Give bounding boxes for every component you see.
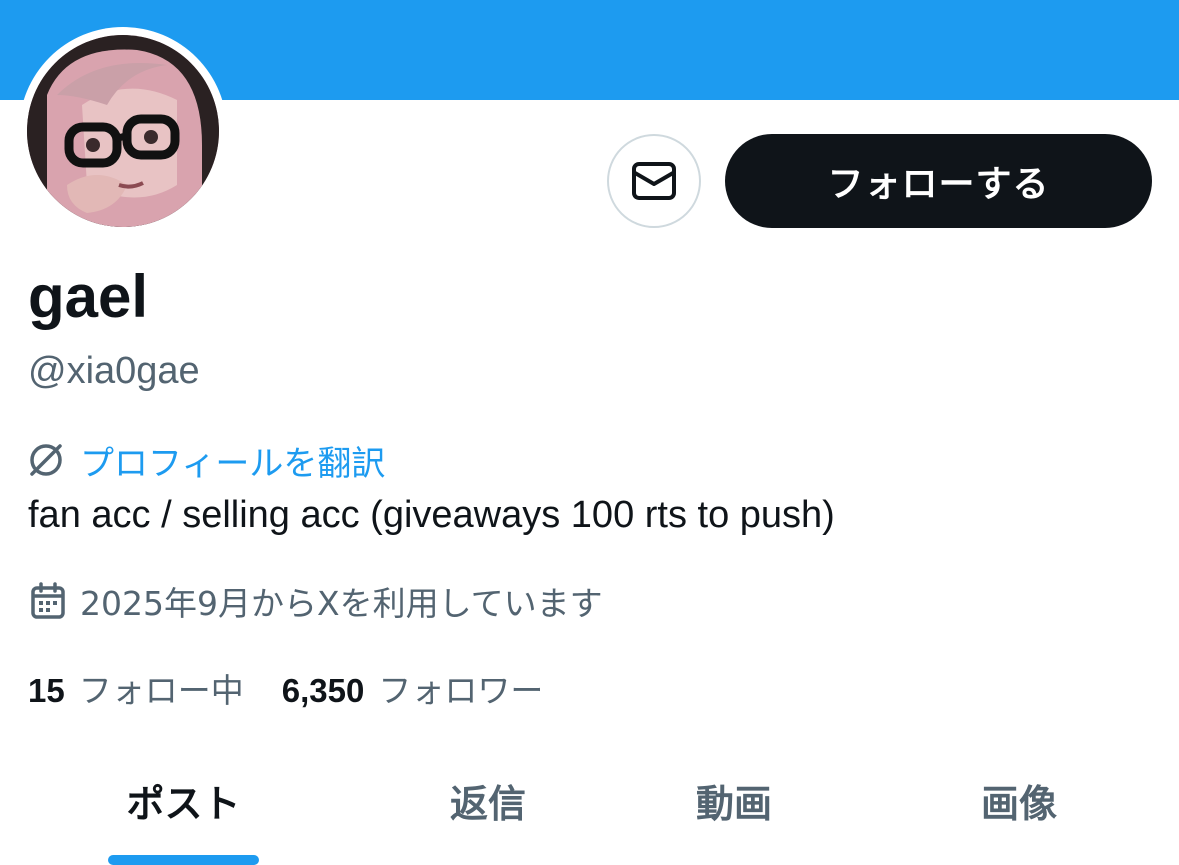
avatar[interactable] <box>27 35 219 227</box>
display-name: gael <box>28 263 149 330</box>
following-count: 15 <box>28 672 65 709</box>
envelope-icon <box>632 162 676 200</box>
tab-images[interactable]: 画像 <box>951 770 1087 830</box>
followers-label: フォロワー <box>378 671 544 710</box>
tab-images-label: 画像 <box>980 781 1057 826</box>
translate-profile-label: プロフィールを翻訳 <box>80 443 386 484</box>
avatar-photo <box>27 35 219 227</box>
follow-button-label: フォローする <box>827 164 1050 205</box>
tab-videos-label: 動画 <box>695 781 772 826</box>
profile-page: フォローする gael @xia0gae プロフィールを翻訳 fan acc /… <box>0 0 1179 865</box>
tab-posts-label: ポスト <box>126 781 241 826</box>
profile-bio: fan acc / selling acc (giveaways 100 rts… <box>28 494 835 536</box>
joined-date-text: 2025年9月からXを利用しています <box>80 584 603 623</box>
tab-replies-label: 返信 <box>449 781 526 826</box>
following-label: フォロー中 <box>78 671 244 710</box>
tab-replies[interactable]: 返信 <box>420 770 556 830</box>
follow-button[interactable]: フォローする <box>725 134 1152 228</box>
followers-count: 6,350 <box>281 672 365 709</box>
translate-profile-link[interactable]: プロフィールを翻訳 <box>26 436 385 484</box>
message-button[interactable] <box>607 134 701 228</box>
calendar-icon <box>31 582 65 619</box>
globe-translate-icon <box>30 444 62 476</box>
tab-videos[interactable]: 動画 <box>666 770 802 830</box>
following-stat[interactable]: 15 フォロー中 <box>28 664 244 712</box>
tab-posts[interactable]: ポスト <box>108 770 259 830</box>
joined-date: 2025年9月からXを利用しています <box>30 578 603 624</box>
follow-stats: 15 フォロー中 6,350 フォロワー <box>28 664 543 710</box>
user-handle: @xia0gae <box>28 350 200 392</box>
followers-stat[interactable]: 6,350 フォロワー <box>282 664 544 712</box>
active-tab-indicator <box>108 855 259 865</box>
